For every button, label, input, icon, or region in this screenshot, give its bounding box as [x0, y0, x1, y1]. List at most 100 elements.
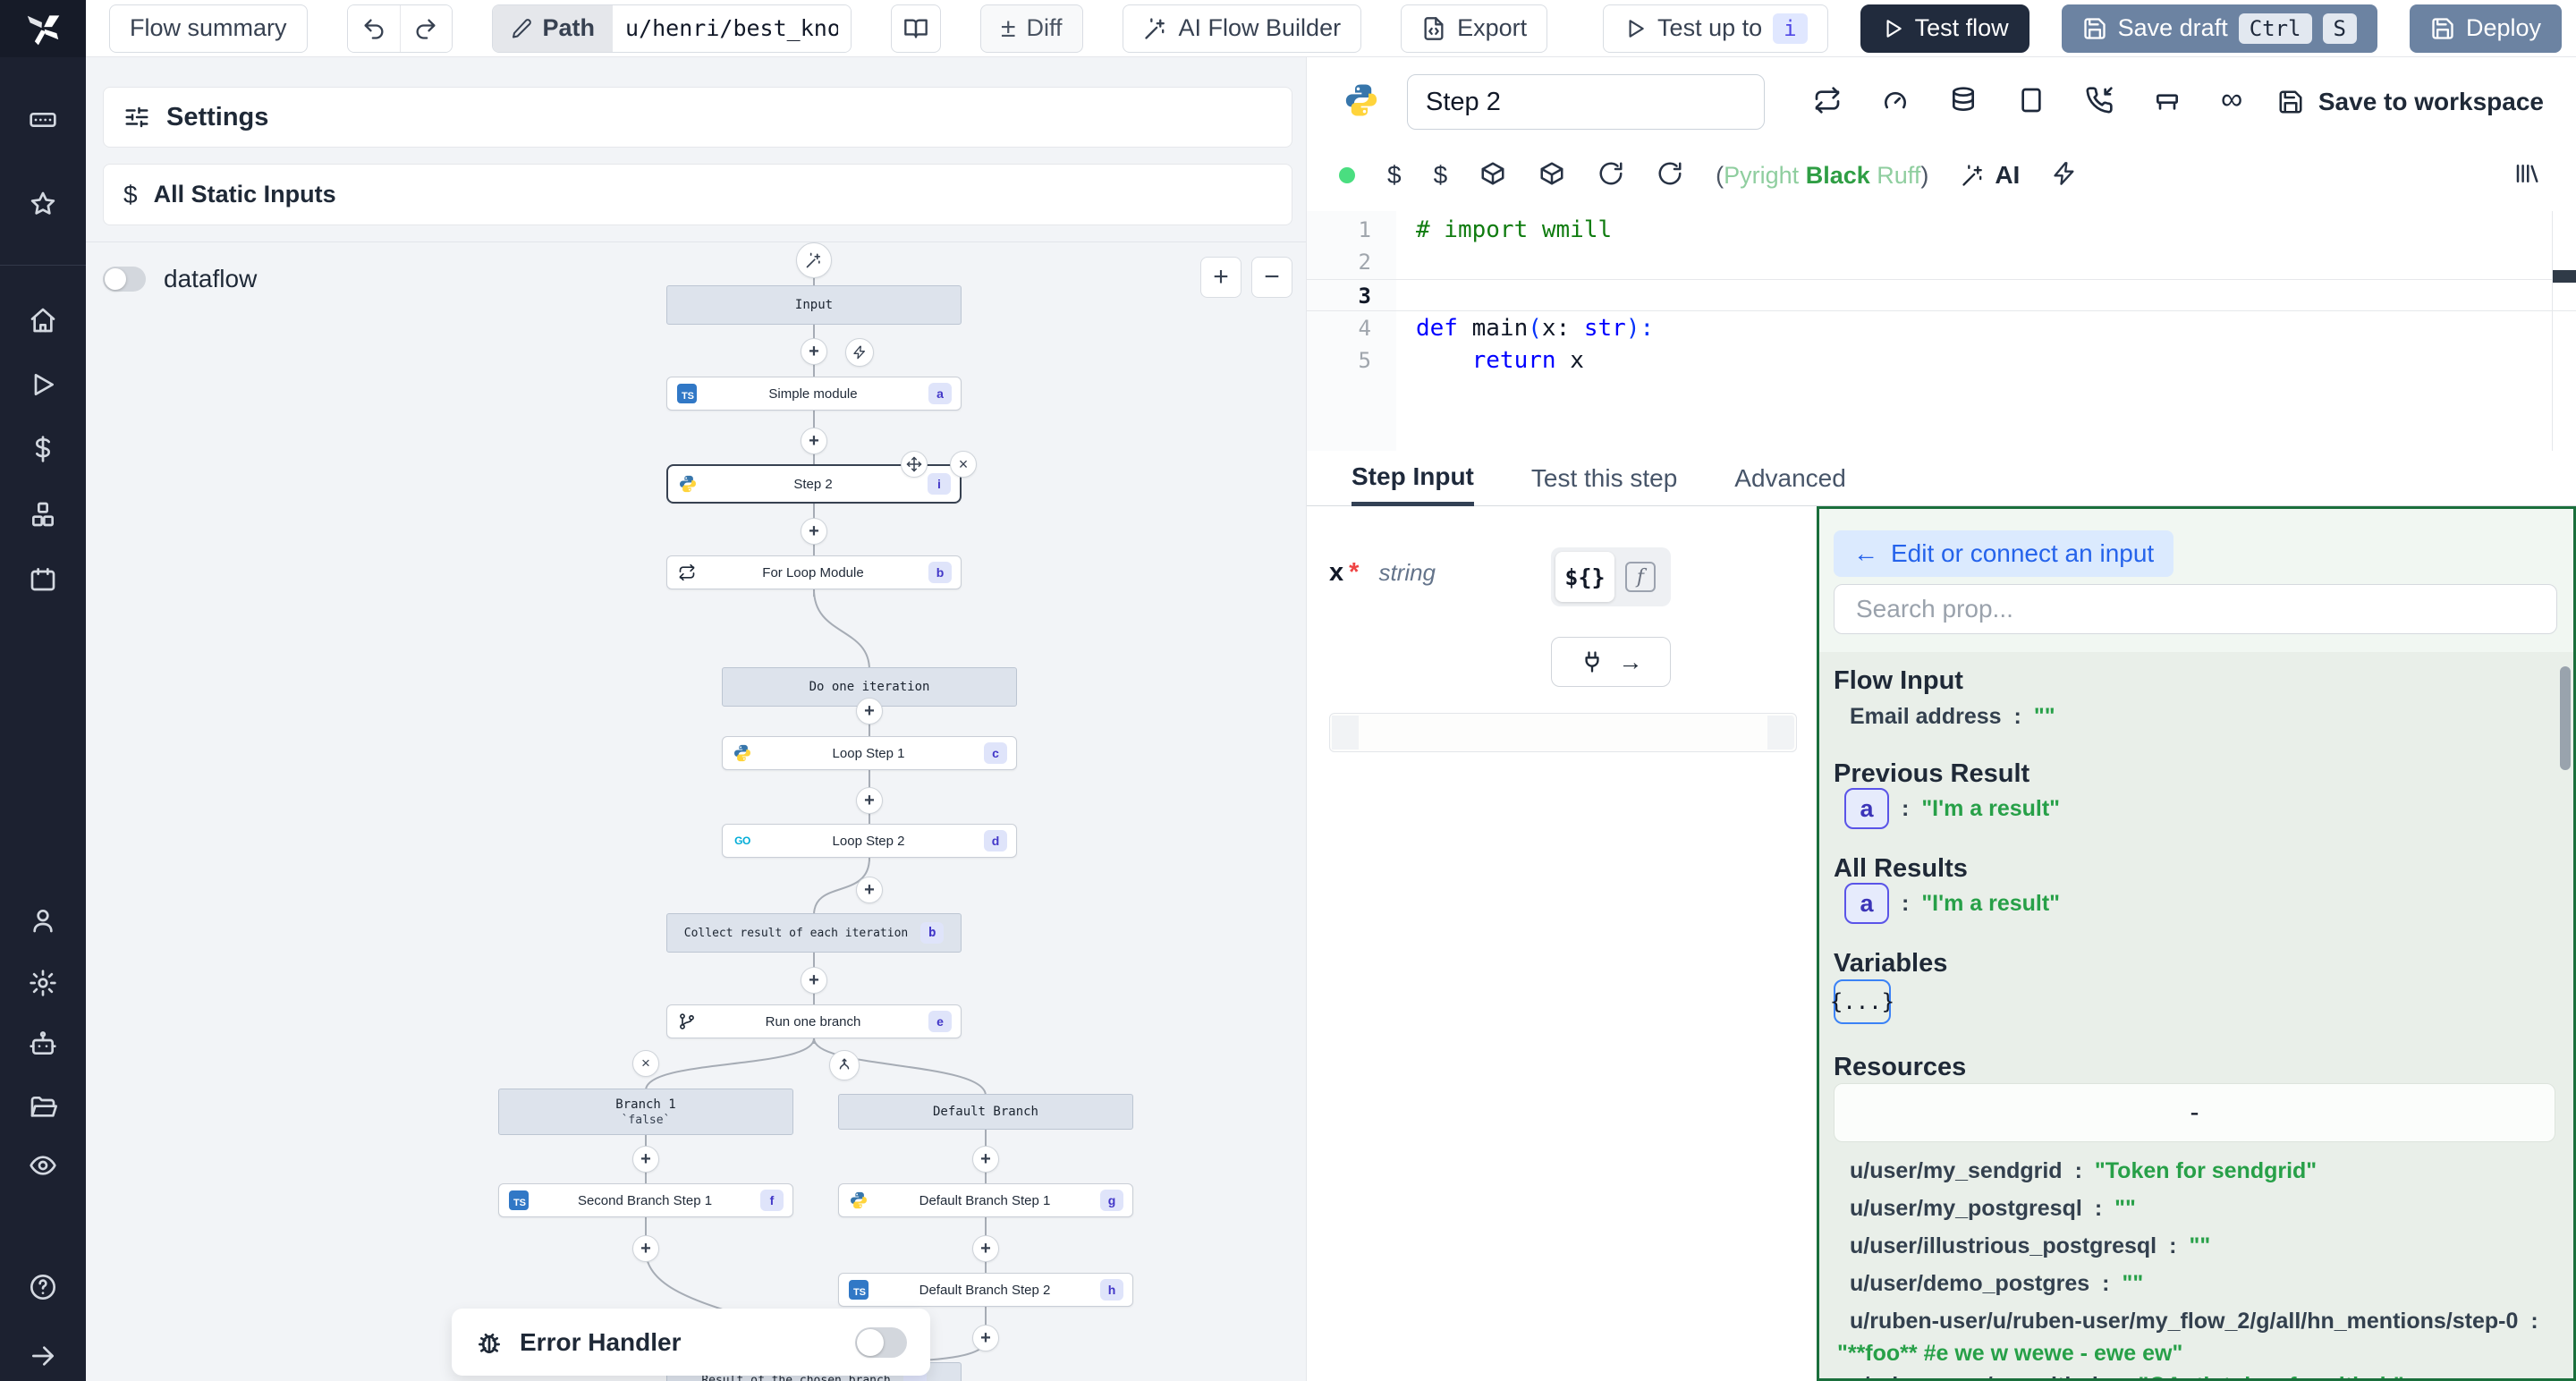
add-step-button[interactable]: + [801, 967, 827, 994]
connect-panel-scrollbar[interactable] [2560, 666, 2571, 770]
flow-node-input[interactable]: Input [666, 285, 962, 325]
tab-test-this-step[interactable]: Test this step [1531, 451, 1677, 506]
editor-scroll-decoration[interactable] [2553, 270, 2576, 283]
add-step-button[interactable]: + [972, 1235, 999, 1262]
help-icon[interactable] [25, 1269, 61, 1305]
ai-assistant-button[interactable]: AI [1961, 161, 2020, 190]
resource-item[interactable]: u/user/my_postgresql:"" [1850, 1196, 2136, 1222]
flow-input-item[interactable]: Email address : "" [1850, 704, 2055, 730]
variable-picker-icon[interactable]: $ [1387, 161, 1402, 190]
code-line[interactable]: 5 return x [1307, 344, 2576, 377]
add-step-button[interactable]: + [856, 877, 883, 903]
path-input[interactable] [613, 5, 851, 52]
add-step-button[interactable]: + [801, 518, 827, 545]
diff-button[interactable]: ± Diff [980, 4, 1082, 53]
tab-step-input[interactable]: Step Input [1352, 451, 1474, 506]
delete-step-button[interactable]: × [950, 451, 977, 478]
save-to-workspace-button[interactable]: Save to workspace [2277, 88, 2544, 116]
schedules-icon[interactable] [25, 561, 61, 597]
prop-search-input[interactable] [1834, 584, 2557, 634]
code-line[interactable]: 2 [1307, 246, 2576, 278]
flow-node-second-branch-step-1[interactable]: TS Second Branch Step 1 f [498, 1183, 793, 1217]
ai-robot-icon[interactable] [25, 1026, 61, 1062]
expression-input[interactable] [1329, 713, 1797, 752]
folders-icon[interactable] [25, 1089, 61, 1125]
add-step-button[interactable]: + [632, 1235, 659, 1262]
settings-gear-icon[interactable] [25, 965, 61, 1001]
bolt-icon[interactable] [2052, 161, 2077, 191]
function-mode-button[interactable]: f [1618, 562, 1663, 592]
cache-database-icon[interactable] [1949, 86, 1978, 119]
step-id-badge[interactable]: a [1844, 788, 1889, 829]
zoom-in-button[interactable]: + [1200, 257, 1241, 298]
step-title-input[interactable] [1407, 74, 1765, 130]
sleep-icon[interactable] [2153, 86, 2182, 119]
variables-expand-button[interactable]: {...} [1834, 979, 1891, 1024]
mock-icon[interactable] [2017, 86, 2046, 119]
test-flow-button[interactable]: Test flow [1860, 4, 2029, 53]
audit-eye-icon[interactable] [25, 1148, 61, 1183]
resources-icon[interactable] [25, 496, 61, 532]
retry-icon[interactable] [1813, 86, 1842, 119]
edit-path-button[interactable]: Path [493, 5, 614, 52]
test-up-to-button[interactable]: Test up to i [1603, 4, 1828, 53]
dataflow-toggle[interactable] [103, 267, 146, 292]
add-branch-button[interactable] [829, 1050, 860, 1080]
flow-summary-button[interactable]: Flow summary [109, 4, 308, 53]
resource-picker-icon[interactable]: $ [1434, 161, 1448, 190]
early-stop-gauge-icon[interactable] [1881, 86, 1910, 119]
reload-icon[interactable] [1597, 160, 1624, 191]
resource-item[interactable]: u/user/demo_postgres:"" [1850, 1271, 2143, 1297]
expand-sidebar-icon[interactable] [25, 1338, 61, 1374]
variables-icon[interactable] [25, 431, 61, 467]
step-id-badge[interactable]: a [1844, 883, 1889, 924]
flow-node-simple-module[interactable]: TS Simple module a [666, 377, 962, 411]
all-static-inputs-card[interactable]: $ All Static Inputs [103, 164, 1292, 225]
export-button[interactable]: Export [1401, 4, 1547, 53]
code-assistants-label[interactable]: (Pyright Black Ruff) [1716, 162, 1928, 190]
plug-connect-button[interactable]: → [1551, 637, 1671, 687]
trigger-bolt-button[interactable] [845, 338, 874, 367]
add-step-button[interactable]: + [801, 428, 827, 454]
ai-flow-builder-button[interactable]: AI Flow Builder [1123, 4, 1362, 53]
flow-node-for-loop[interactable]: For Loop Module b [666, 555, 962, 589]
error-handler-bar[interactable]: Error Handler [452, 1309, 930, 1376]
undo-button[interactable] [348, 5, 400, 52]
all-results-item[interactable]: a : "I'm a result" [1844, 883, 2060, 924]
previous-result-item[interactable]: a : "I'm a result" [1844, 788, 2060, 829]
global-search-icon[interactable] [25, 102, 61, 138]
home-icon[interactable] [25, 302, 61, 338]
add-step-button[interactable]: + [856, 698, 883, 724]
tab-advanced[interactable]: Advanced [1734, 451, 1846, 506]
flow-node-run-one-branch[interactable]: Run one branch e [666, 1004, 962, 1038]
resource-item[interactable]: u/ruben-user/u/ruben-user/my_flow_2/g/al… [1850, 1309, 2538, 1334]
error-handler-toggle[interactable] [855, 1327, 907, 1358]
library-icon[interactable] [2513, 160, 2540, 191]
save-draft-button[interactable]: Save draft Ctrl S [2062, 4, 2377, 53]
flow-node-collect-result[interactable]: Collect result of each iteration b [666, 913, 962, 953]
flow-node-loop-step-1[interactable]: Loop Step 1 c [722, 736, 1017, 770]
code-line[interactable]: 4 def main(x: str): [1307, 312, 2576, 344]
resource-item-value[interactable]: "**foo** #e we w wewe - ewe ew" [1850, 1341, 2182, 1367]
code-line[interactable]: 1 # import wmill [1307, 214, 2576, 246]
flow-node-default-branch-step-1[interactable]: Default Branch Step 1 g [838, 1183, 1133, 1217]
favorites-star-icon[interactable] [25, 186, 61, 222]
flow-node-default-branch-step-2[interactable]: TS Default Branch Step 2 h [838, 1273, 1133, 1307]
docs-button[interactable] [891, 4, 941, 53]
resource-item[interactable]: u/user/my_sendgrid:"Token for sendgrid" [1850, 1158, 2317, 1184]
add-step-button[interactable]: + [972, 1146, 999, 1173]
suspend-phone-icon[interactable] [2085, 86, 2114, 119]
resources-filter-select[interactable]: - [1834, 1083, 2555, 1142]
flow-canvas[interactable]: dataflow + − Input + TS Simple module a … [86, 241, 1306, 1381]
resource-item[interactable]: u/ruben-user/my_github:"OAuth token for … [1850, 1373, 2404, 1381]
code-editor[interactable]: 1 # import wmill 2 3 4 def main(x: str):… [1307, 211, 2576, 451]
ai-builder-node-button[interactable] [796, 242, 832, 278]
edit-or-connect-button[interactable]: ← Edit or connect an input [1834, 530, 2174, 577]
runs-icon[interactable] [25, 367, 61, 402]
flow-node-loop-step-2[interactable]: GO Loop Step 2 d [722, 824, 1017, 858]
flow-node-branch-1[interactable]: Branch 1 `false` [498, 1089, 793, 1135]
add-step-button[interactable]: + [972, 1325, 999, 1351]
windmill-logo[interactable] [0, 0, 86, 57]
code-line-active[interactable]: 3 [1307, 279, 2576, 311]
flow-node-default-branch[interactable]: Default Branch [838, 1094, 1133, 1130]
